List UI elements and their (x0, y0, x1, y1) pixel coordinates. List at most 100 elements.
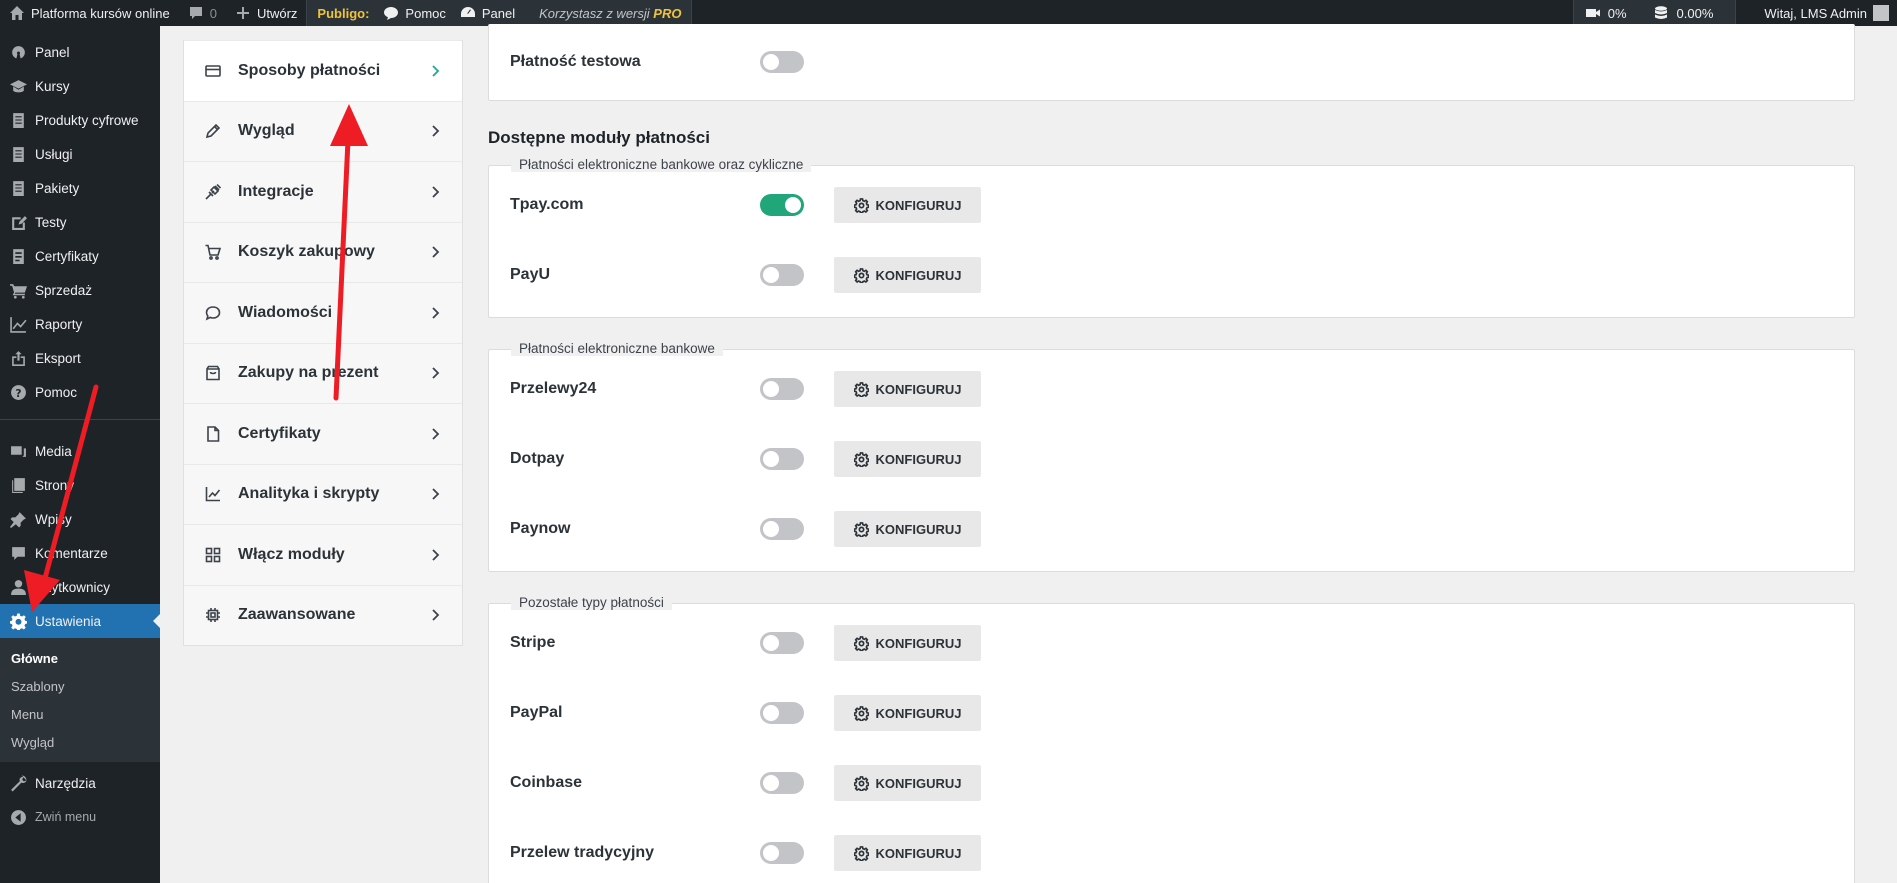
speech-bubble-icon (384, 7, 399, 20)
sidebar-item-label: Komentarze (35, 545, 108, 561)
module-toggle[interactable] (760, 378, 804, 400)
chart-icon (205, 487, 221, 502)
sidebar-item-ustawienia[interactable]: Ustawienia (0, 604, 161, 638)
module-name: Płatność testowa (510, 53, 641, 70)
group-legend: Płatności elektroniczne bankowe (511, 341, 723, 356)
sidebar-item-kursy[interactable]: Kursy (0, 69, 160, 103)
test-payment-toggle[interactable] (760, 51, 804, 73)
new-content-link[interactable]: Utwórz (226, 0, 306, 26)
account-menu[interactable]: Witaj, LMS Admin (1736, 0, 1897, 26)
payment-module-row: Tpay.com KONFIGURUJ (510, 187, 981, 223)
nav-item-wiadomosci[interactable]: Wiadomości (184, 282, 462, 343)
nav-item-zakupy-na-prezent[interactable]: Zakupy na prezent (184, 342, 462, 403)
submenu-item-glowne[interactable]: Główne (0, 644, 160, 672)
sidebar-item-komentarze[interactable]: Komentarze (0, 536, 160, 570)
configure-button[interactable]: KONFIGURUJ (834, 511, 981, 547)
sidebar-item-certyfikaty[interactable]: Certyfikaty (0, 239, 160, 273)
sidebar-item-media[interactable]: Media (0, 434, 160, 468)
sidebar-item-produkty-cyfrowe[interactable]: Produkty cyfrowe (0, 103, 160, 137)
pro-text: Korzystasz z wersji (539, 5, 650, 21)
panel-link[interactable]: Panel (456, 0, 525, 26)
sidebar-item-sprzedaz[interactable]: Sprzedaż (0, 273, 160, 307)
document-icon (12, 180, 24, 196)
svg-text:?: ? (15, 386, 21, 399)
gear-icon (853, 381, 869, 397)
site-name-link[interactable]: Platforma kursów online (0, 0, 179, 26)
sidebar-item-label: Sprzedaż (35, 282, 93, 298)
configure-button[interactable]: KONFIGURUJ (834, 187, 981, 223)
sidebar-item-pomoc[interactable]: ? Pomoc (0, 375, 160, 409)
nav-item-sposoby-platnosci[interactable]: Sposoby płatności (184, 40, 462, 101)
module-name: PayPal (510, 704, 563, 721)
sidebar-item-label: Produkty cyfrowe (35, 112, 139, 128)
sidebar-item-uzytkownicy[interactable]: Użytkownicy (0, 570, 160, 604)
module-toggle[interactable] (760, 448, 804, 470)
configure-label: KONFIGURUJ (875, 635, 962, 651)
configure-button[interactable]: KONFIGURUJ (834, 257, 981, 293)
module-toggle[interactable] (760, 842, 804, 864)
sidebar-item-label: Eksport (35, 350, 81, 366)
plus-icon (236, 7, 249, 19)
configure-label: KONFIGURUJ (875, 381, 962, 397)
nav-item-label: Sposoby płatności (238, 61, 381, 79)
comments-link[interactable]: 0 (179, 0, 226, 26)
module-toggle[interactable] (760, 264, 804, 286)
sidebar-item-label: Pomoc (35, 384, 78, 400)
chevron-right-icon (432, 549, 440, 561)
database-stat[interactable]: 0.00% (1636, 0, 1736, 26)
module-toggle[interactable] (760, 518, 804, 540)
sidebar-item-testy[interactable]: Testy (0, 205, 160, 239)
database-icon (1654, 6, 1667, 19)
sidebar-item-strony[interactable]: Strony (0, 468, 160, 502)
chevron-right-icon (432, 186, 440, 198)
section-title: Dostępne moduły płatności (488, 128, 710, 147)
module-name: PayU (510, 266, 551, 283)
configure-button[interactable]: KONFIGURUJ (834, 371, 981, 407)
grid-icon (205, 547, 221, 563)
payment-module-row: PayU KONFIGURUJ (510, 257, 981, 293)
certificate-icon (12, 248, 24, 264)
submenu-item-menu[interactable]: Menu (0, 700, 160, 728)
module-toggle[interactable] (760, 702, 804, 724)
sidebar-item-pakiety[interactable]: Pakiety (0, 171, 160, 205)
nav-item-integracje[interactable]: Integracje (184, 161, 462, 222)
configure-button[interactable]: KONFIGURUJ (834, 625, 981, 661)
submenu-item-wyglad[interactable]: Wygląd (0, 728, 160, 756)
plug-icon (205, 183, 221, 200)
configure-label: KONFIGURUJ (875, 521, 962, 537)
nav-item-certyfikaty[interactable]: Certyfikaty (184, 403, 462, 464)
sidebar-item-raporty[interactable]: Raporty (0, 307, 160, 341)
module-toggle[interactable] (760, 194, 804, 216)
help-link[interactable]: Pomoc (383, 0, 455, 26)
gift-icon (206, 365, 220, 381)
sidebar-item-uslugi[interactable]: Usługi (0, 137, 160, 171)
gear-icon (853, 197, 869, 213)
menu-separator (0, 419, 160, 420)
module-toggle[interactable] (760, 632, 804, 654)
sidebar-item-panel[interactable]: Panel (0, 35, 160, 69)
nav-item-wyglad[interactable]: Wygląd (184, 100, 462, 161)
gauge-icon (11, 45, 25, 58)
configure-button[interactable]: KONFIGURUJ (834, 765, 981, 801)
nav-item-koszyk-zakupowy[interactable]: Koszyk zakupowy (184, 221, 462, 282)
nav-item-wlacz-moduly[interactable]: Włącz moduły (184, 524, 462, 585)
gear-icon (853, 635, 869, 651)
configure-button[interactable]: KONFIGURUJ (834, 695, 981, 731)
card-icon (205, 64, 221, 77)
gear-icon (853, 775, 869, 791)
media-icon (10, 445, 26, 457)
sidebar-item-narzedzia[interactable]: Narzędzia (0, 766, 160, 800)
sidebar-item-wpisy[interactable]: Wpisy (0, 502, 160, 536)
nav-item-analityka-i-skrypty[interactable]: Analityka i skrypty (184, 463, 462, 524)
configure-button[interactable]: KONFIGURUJ (834, 835, 981, 871)
divider (691, 0, 693, 26)
video-stat[interactable]: 0% (1573, 0, 1637, 26)
configure-button[interactable]: KONFIGURUJ (834, 441, 981, 477)
sidebar-item-eksport[interactable]: Eksport (0, 341, 160, 375)
nav-item-zaawansowane[interactable]: Zaawansowane (184, 584, 462, 645)
collapse-menu-button[interactable]: Zwiń menu (0, 800, 160, 834)
chevron-right-icon (432, 307, 440, 319)
module-toggle[interactable] (760, 772, 804, 794)
submenu-item-szablony[interactable]: Szablony (0, 672, 160, 700)
payment-module-row: Paynow KONFIGURUJ (510, 511, 981, 547)
